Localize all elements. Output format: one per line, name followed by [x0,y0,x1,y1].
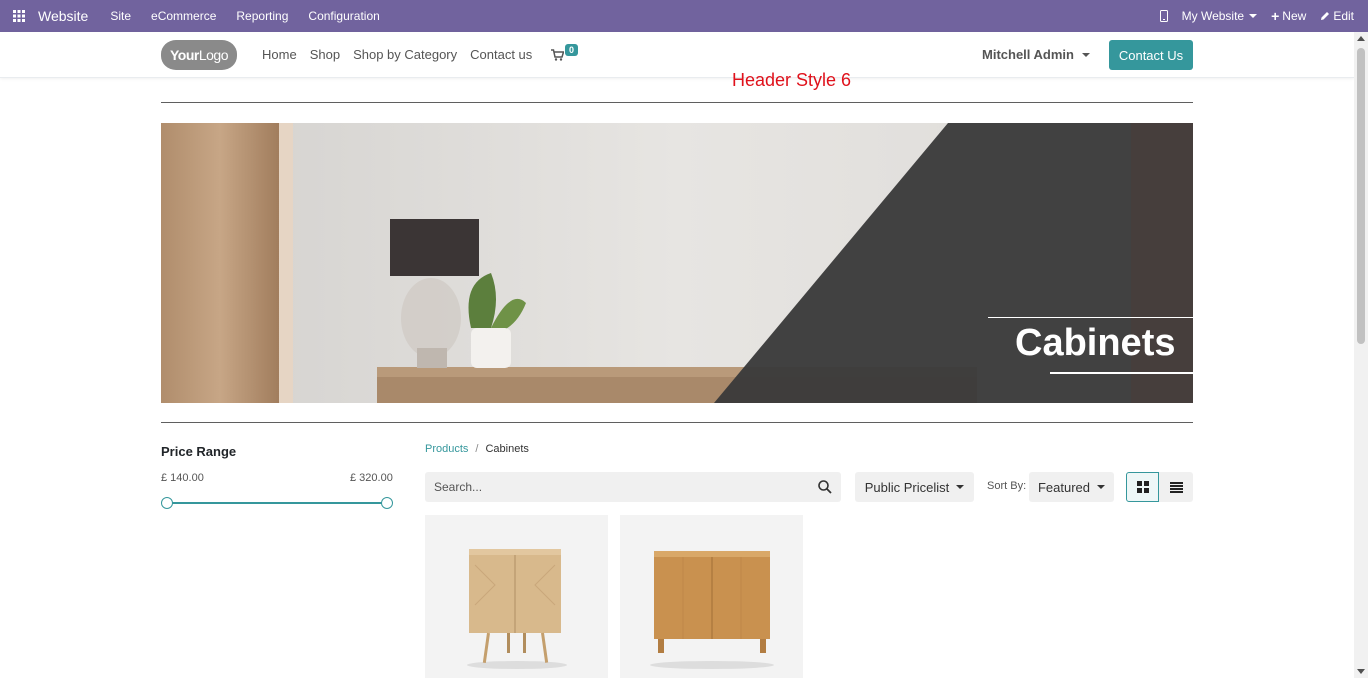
pencil-icon [1321,12,1330,20]
nav-home[interactable]: Home [262,47,297,62]
product-image [467,549,567,669]
list-icon [1169,481,1183,493]
product-card[interactable] [620,515,803,678]
price-min-label: £ 140.00 [161,472,204,484]
scroll-down-arrow-icon[interactable] [1357,669,1365,674]
banner-rule-top [988,317,1193,318]
scroll-up-arrow-icon[interactable] [1357,36,1365,41]
cart-icon [551,49,564,61]
mobile-preview-icon[interactable] [1159,10,1168,22]
product-image [650,551,774,669]
cart-count-badge: 0 [565,44,579,56]
search-input[interactable] [425,472,805,502]
my-website-label: My Website [1181,9,1245,23]
chevron-down-icon [956,485,965,489]
banner-title: Cabinets [1015,322,1176,364]
banner-rule-bottom [1050,372,1193,374]
sort-value: Featured [1037,479,1091,495]
new-label: New [1282,9,1307,23]
breadcrumb-products[interactable]: Products [425,443,468,455]
product-card[interactable] [425,515,608,678]
price-range-title: Price Range [161,444,237,459]
logo-text-rest: Logo [198,47,229,63]
sort-dropdown[interactable]: Featured [1029,472,1114,502]
header-style-label: Header Style 6 [732,70,852,90]
chevron-down-icon [1081,52,1090,57]
edit-button[interactable]: Edit [1320,9,1354,23]
search-box [425,472,841,502]
grid-icon [1136,481,1149,493]
my-website-dropdown[interactable]: My Website [1181,9,1258,23]
edit-label: Edit [1333,9,1354,23]
apps-menu-icon[interactable] [0,10,38,22]
cart-link[interactable]: 0 [551,44,579,61]
app-name[interactable]: Website [38,8,88,24]
price-max-label: £ 320.00 [350,472,393,484]
grid-view-button[interactable] [1126,472,1159,502]
pricelist-label: Public Pricelist [864,479,950,495]
chevron-down-icon [1097,485,1106,489]
admin-top-bar: Website Site eCommerce Reporting Configu… [0,0,1368,32]
new-button[interactable]: + New [1271,8,1306,24]
logo[interactable]: Your Logo [161,40,237,70]
breadcrumb-separator: / [475,443,479,455]
sort-by-label: Sort By: [987,480,1027,492]
breadcrumb-current: Cabinets [485,443,529,455]
nav-shop[interactable]: Shop [310,47,340,62]
divider [161,422,1193,423]
site-header: Your Logo Home Shop Shop by Category Cont… [0,32,1354,78]
admin-menu-site[interactable]: Site [110,9,131,23]
contact-us-button[interactable]: Contact Us [1109,40,1193,70]
price-slider-min-handle[interactable] [161,497,173,509]
divider [161,102,1193,103]
list-view-button[interactable] [1159,472,1193,502]
user-name: Mitchell Admin [982,47,1074,62]
search-icon[interactable] [818,480,832,494]
scrollbar-thumb[interactable] [1357,48,1365,344]
price-slider-max-handle[interactable] [381,497,393,509]
admin-menu-ecommerce[interactable]: eCommerce [151,9,216,23]
page-scrollbar[interactable] [1354,32,1368,678]
admin-menu-reporting[interactable]: Reporting [236,9,288,23]
plus-icon: + [1271,8,1280,24]
breadcrumb: Products / Cabinets [425,443,529,455]
nav-shop-by-category[interactable]: Shop by Category [353,47,457,62]
chevron-down-icon [1249,14,1258,18]
admin-menu-configuration[interactable]: Configuration [308,9,379,23]
price-slider-track[interactable] [167,502,387,504]
pricelist-dropdown[interactable]: Public Pricelist [855,472,974,502]
nav-contact-us[interactable]: Contact us [470,47,532,62]
logo-text-bold: Your [169,47,199,63]
user-menu[interactable]: Mitchell Admin [982,47,1090,62]
main-nav: Home Shop Shop by Category Contact us [262,47,545,62]
